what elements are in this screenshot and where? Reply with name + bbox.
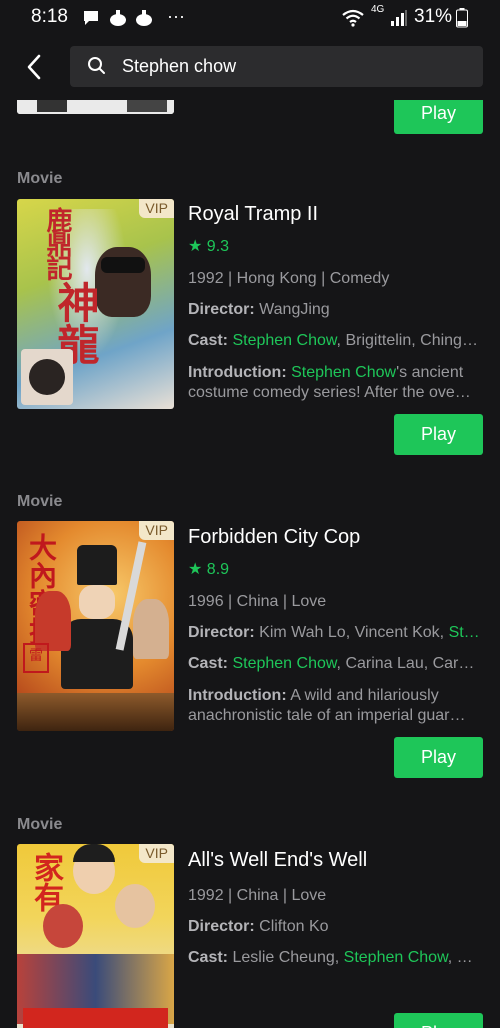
intro-highlight: Stephen Chow bbox=[291, 364, 397, 381]
poster-image[interactable]: 家有 VIP bbox=[17, 844, 174, 1028]
cast-label: Cast: bbox=[188, 332, 229, 349]
intro-text-line2: costume comedy series! After the ove… bbox=[188, 384, 471, 401]
wifi-icon bbox=[341, 8, 365, 28]
battery-icon bbox=[456, 8, 468, 28]
play-button[interactable]: Play bbox=[394, 737, 483, 778]
network-type: 4G bbox=[371, 4, 385, 15]
result-director: Director: Clifton Ko bbox=[188, 918, 484, 936]
cast-highlight: Stephen Chow bbox=[343, 949, 448, 966]
status-time: 8:18 bbox=[31, 6, 68, 27]
result-title[interactable]: Forbidden City Cop bbox=[188, 526, 360, 549]
cast-label: Cast: bbox=[188, 949, 229, 966]
poster-image-partial[interactable] bbox=[17, 100, 174, 114]
result-introduction: Introduction: A wild and hilariously ana… bbox=[188, 686, 484, 726]
cast-highlight: Stephen Chow bbox=[232, 332, 337, 349]
result-director: Director: Kim Wah Lo, Vincent Kok, St… bbox=[188, 624, 484, 642]
vip-badge: VIP bbox=[139, 199, 174, 218]
result-cast: Cast: Stephen Chow, Brigittelin, Ching… bbox=[188, 332, 484, 350]
play-button[interactable]: Play bbox=[394, 414, 483, 455]
result-cast: Cast: Leslie Cheung, Stephen Chow, M… bbox=[188, 949, 484, 967]
chevron-left-icon bbox=[27, 54, 41, 80]
play-button[interactable]: Play bbox=[394, 100, 483, 134]
search-input[interactable] bbox=[122, 46, 472, 87]
signal-icon bbox=[390, 8, 408, 28]
cast-highlight: Stephen Chow bbox=[232, 655, 337, 672]
rating: ★ 8.9 bbox=[188, 559, 229, 579]
star-icon: ★ bbox=[188, 561, 203, 578]
section-label: Movie bbox=[17, 493, 63, 510]
play-button[interactable]: Play bbox=[394, 1013, 483, 1028]
cast-value: , Carina Lau, Carm… bbox=[336, 655, 484, 672]
result-meta: 1992 | China | Love bbox=[188, 887, 327, 904]
intro-label: Introduction: bbox=[188, 687, 287, 704]
search-box[interactable] bbox=[70, 46, 483, 87]
search-icon bbox=[87, 56, 107, 81]
results-list: Play Movie 鹿鼎記 神龍 VIP Royal Tramp II ★ 9… bbox=[0, 100, 500, 1028]
poster-image[interactable]: 大內密探 雷 VIP bbox=[17, 521, 174, 731]
rating: ★ 9.3 bbox=[188, 236, 229, 256]
star-icon: ★ bbox=[188, 238, 203, 255]
section-label: Movie bbox=[17, 170, 63, 187]
app-notification-icon-2 bbox=[134, 8, 154, 28]
intro-text: A wild and hilariously bbox=[290, 687, 439, 704]
section-label: Movie bbox=[17, 816, 63, 833]
vip-badge: VIP bbox=[139, 844, 174, 863]
director-highlight: St… bbox=[448, 624, 480, 641]
intro-text-line2: anachronistic tale of an imperial guar… bbox=[188, 707, 466, 724]
rating-value: 9.3 bbox=[206, 238, 230, 255]
cast-value-rest: , M… bbox=[447, 949, 484, 966]
director-label: Director: bbox=[188, 918, 255, 935]
director-value: Clifton Ko bbox=[259, 918, 329, 935]
more-notifications-icon: ··· bbox=[167, 5, 185, 26]
cast-value: , Brigittelin, Ching… bbox=[336, 332, 478, 349]
status-bar: 8:18 ··· 4G 31% bbox=[0, 0, 500, 36]
result-introduction: Introduction: Stephen Chow's ancient cos… bbox=[188, 363, 484, 403]
back-button[interactable] bbox=[16, 48, 52, 86]
intro-text: 's ancient bbox=[396, 364, 464, 381]
app-notification-icon bbox=[108, 8, 128, 28]
rating-value: 8.9 bbox=[206, 561, 230, 578]
result-title[interactable]: All's Well End's Well bbox=[188, 849, 367, 872]
result-cast: Cast: Stephen Chow, Carina Lau, Carm… bbox=[188, 655, 484, 673]
result-meta: 1992 | Hong Kong | Comedy bbox=[188, 270, 390, 287]
director-value: WangJing bbox=[259, 301, 330, 318]
intro-label: Introduction: bbox=[188, 364, 287, 381]
result-meta: 1996 | China | Love bbox=[188, 593, 327, 610]
search-header bbox=[0, 36, 500, 100]
result-title[interactable]: Royal Tramp II bbox=[188, 203, 318, 226]
director-value: Kim Wah Lo, Vincent Kok, bbox=[259, 624, 449, 641]
result-director: Director: WangJing bbox=[188, 301, 484, 319]
cast-label: Cast: bbox=[188, 655, 229, 672]
director-label: Director: bbox=[188, 301, 255, 318]
director-label: Director: bbox=[188, 624, 255, 641]
message-icon bbox=[82, 8, 100, 28]
battery-percent: 31% bbox=[414, 6, 453, 27]
poster-image[interactable]: 鹿鼎記 神龍 VIP bbox=[17, 199, 174, 409]
cast-value: Leslie Cheung, bbox=[232, 949, 344, 966]
vip-badge: VIP bbox=[139, 521, 174, 540]
